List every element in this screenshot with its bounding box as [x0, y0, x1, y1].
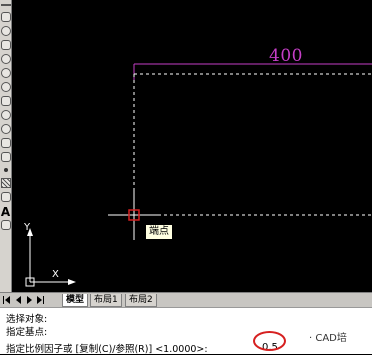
line-icon[interactable]: [1, 4, 11, 6]
tab-first-bar: [3, 296, 4, 304]
draw-toolbar: A: [0, 0, 12, 292]
tab-layout2[interactable]: 布局2: [125, 294, 157, 307]
command-prompt: 指定比例因子或 [复制(C)/参照(R)] <1.0000>:: [6, 344, 208, 355]
ucs-x-arrow: [68, 279, 76, 285]
gradient-icon[interactable]: [1, 192, 11, 202]
make-block-icon[interactable]: [1, 152, 11, 162]
spline-icon[interactable]: [1, 96, 11, 106]
tab-last-button[interactable]: [37, 296, 42, 304]
drawing-canvas[interactable]: Y X 400 端点: [12, 0, 372, 292]
tab-next-button[interactable]: [27, 296, 32, 304]
ucs-x-label: X: [52, 269, 59, 280]
revcloud-icon[interactable]: [1, 82, 11, 92]
tab-model[interactable]: 模型: [62, 294, 89, 307]
insert-block-icon[interactable]: [1, 138, 11, 148]
watermark: · CAD培: [307, 329, 349, 344]
layout-tabs-bar: 模型 布局1 布局2: [0, 292, 372, 307]
rectangle-icon[interactable]: [1, 40, 11, 50]
canvas-geometry: Y X: [23, 63, 372, 287]
hatch-icon[interactable]: [1, 178, 11, 188]
arc-icon[interactable]: [1, 54, 11, 64]
tab-layout1[interactable]: 布局1: [90, 294, 122, 307]
point-icon[interactable]: [4, 168, 8, 172]
osnap-tooltip: 端点: [145, 224, 173, 240]
table-icon[interactable]: [1, 220, 11, 230]
tab-prev-button[interactable]: [16, 296, 21, 304]
tab-last-bar: [43, 296, 44, 304]
polygon-icon[interactable]: [1, 26, 11, 36]
ellipse-arc-icon[interactable]: [1, 124, 11, 134]
polyline-icon[interactable]: [1, 12, 11, 22]
command-history-line: 指定基点:: [6, 327, 48, 338]
circle-icon[interactable]: [1, 68, 11, 78]
tab-first-button[interactable]: [5, 296, 10, 304]
mtext-icon[interactable]: A: [0, 206, 11, 218]
ucs-y-label: Y: [23, 222, 31, 233]
highlight-circle: [253, 331, 286, 351]
command-history-line: 选择对象:: [6, 314, 48, 325]
ellipse-icon[interactable]: [1, 110, 11, 120]
dimension-text[interactable]: 400: [269, 46, 303, 66]
